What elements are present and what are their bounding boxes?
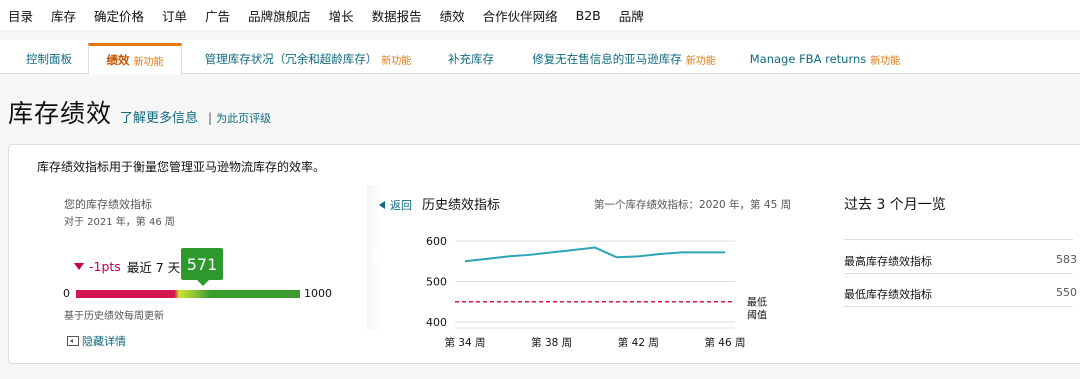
x-tick-label: 第 38 周 bbox=[531, 336, 572, 349]
trend-change: -1pts bbox=[89, 259, 121, 274]
tab-label: 管理库存状况（冗余和超龄库存） bbox=[204, 52, 378, 66]
top-navigation: 目录 库存 确定价格 订单 广告 品牌旗舰店 增长 数据报告 绩效 合作伙伴网络… bbox=[0, 0, 1080, 30]
new-feature-badge: 新功能 bbox=[685, 55, 716, 67]
trend-period: 最近 7 天 bbox=[126, 260, 181, 275]
nav-catalog[interactable]: 目录 bbox=[8, 6, 33, 25]
summary-divider bbox=[844, 273, 1073, 274]
nav-growth[interactable]: 增长 bbox=[329, 6, 354, 25]
x-tick-label: 第 46 周 bbox=[704, 336, 745, 349]
page-title: 库存绩效 bbox=[8, 99, 113, 128]
nav-advertising[interactable]: 广告 bbox=[205, 6, 230, 25]
nav-b2b[interactable]: B2B bbox=[576, 8, 601, 23]
new-feature-badge: 新功能 bbox=[870, 55, 901, 67]
nav-stores[interactable]: 品牌旗舰店 bbox=[248, 6, 311, 25]
heading-separator: | bbox=[208, 111, 213, 125]
tab-fix-stranded[interactable]: 修复无在售信息的亚马逊库存 新功能 bbox=[522, 44, 726, 74]
tab-label: 补充库存 bbox=[448, 52, 494, 66]
new-feature-badge: 新功能 bbox=[133, 56, 164, 68]
threshold-label-line1: 最低 bbox=[747, 296, 767, 309]
ipi-panel: 库存绩效指标用于衡量您管理亚马逊物流库存的效率。 您的库存绩效指标 对于 202… bbox=[8, 144, 1080, 364]
tab-inventory-health[interactable]: 管理库存状况（冗余和超龄库存） 新功能 bbox=[194, 44, 422, 74]
ipi-trend: -1pts 最近 7 天 bbox=[74, 257, 180, 276]
trend-down-icon bbox=[74, 263, 84, 270]
tab-fba-returns[interactable]: Manage FBA returns 新功能 bbox=[748, 44, 902, 74]
hide-details-link[interactable]: 隐藏详情 bbox=[67, 333, 126, 349]
x-tick-label: 第 34 周 bbox=[444, 336, 485, 349]
history-chart-title: 历史绩效指标 bbox=[422, 198, 501, 213]
ipi-history-chart: 400 500 600 最低阈值第 34 周 第 38 周 第 42 周 第 46 周 bbox=[426, 235, 767, 349]
ipi-history-line bbox=[464, 246, 725, 263]
y-tick-label: 500 bbox=[426, 276, 447, 289]
nav-orders[interactable]: 订单 bbox=[162, 6, 187, 25]
update-note: 基于历史绩效每周更新 bbox=[64, 311, 164, 322]
nav-pricing[interactable]: 确定价格 bbox=[94, 6, 144, 25]
scale-max: 1000 bbox=[304, 287, 332, 300]
summary-max-label: 最高库存绩效指标 bbox=[844, 255, 932, 268]
summary-max-value: 583 bbox=[1056, 253, 1077, 266]
rate-page-link[interactable]: 为此页评级 bbox=[216, 110, 271, 126]
tab-performance[interactable]: 绩效 新功能 bbox=[88, 43, 182, 75]
threshold-label-line2: 阈值 bbox=[747, 309, 767, 322]
summary-min-label: 最低库存绩效指标 bbox=[844, 288, 932, 301]
tab-label: 控制面板 bbox=[26, 52, 72, 66]
scale-min: 0 bbox=[63, 287, 70, 300]
tab-label: Manage FBA returns bbox=[749, 52, 867, 66]
nav-inventory[interactable]: 库存 bbox=[51, 6, 76, 25]
nav-reports[interactable]: 数据报告 bbox=[372, 6, 422, 25]
card-pointer bbox=[373, 248, 381, 264]
panel-description: 库存绩效指标用于衡量您管理亚马逊物流库存的效率。 bbox=[37, 160, 326, 174]
ipi-scale-bar bbox=[76, 290, 300, 298]
page-heading: 库存绩效 了解更多信息 | 为此页评级 bbox=[8, 94, 271, 130]
tab-label: 绩效 bbox=[106, 53, 130, 67]
y-tick-label: 600 bbox=[426, 235, 447, 248]
nav-brands[interactable]: 品牌 bbox=[619, 6, 644, 25]
tab-label: 修复无在售信息的亚马逊库存 bbox=[532, 52, 682, 66]
ipi-score-badge: 571 bbox=[181, 248, 223, 286]
back-label: 返回 bbox=[390, 199, 412, 212]
tab-dashboard[interactable]: 控制面板 bbox=[14, 44, 84, 74]
tab-restock[interactable]: 补充库存 bbox=[438, 44, 504, 74]
learn-more-link[interactable]: 了解更多信息 bbox=[120, 107, 198, 126]
summary-divider bbox=[844, 239, 1073, 240]
y-tick-label: 400 bbox=[426, 316, 447, 329]
back-link[interactable]: 返回 bbox=[379, 197, 412, 213]
ipi-label: 您的库存绩效指标 bbox=[64, 198, 152, 211]
x-tick-label: 第 42 周 bbox=[618, 336, 659, 349]
summary-divider bbox=[844, 306, 1073, 307]
nav-partner-network[interactable]: 合作伙伴网络 bbox=[483, 6, 558, 25]
sub-tab-bar: 控制面板 绩效 新功能 管理库存状况（冗余和超龄库存） 新功能 补充库存 修复无… bbox=[0, 40, 1080, 75]
summary-title: 过去 3 个月一览 bbox=[844, 197, 946, 213]
ipi-date: 对于 2021 年，第 46 周 bbox=[64, 217, 175, 228]
summary-min-value: 550 bbox=[1056, 286, 1077, 299]
collapse-panel-icon bbox=[67, 336, 79, 346]
nav-performance[interactable]: 绩效 bbox=[440, 6, 465, 25]
hide-details-label: 隐藏详情 bbox=[82, 335, 126, 348]
back-arrow-icon bbox=[379, 201, 385, 209]
first-ipi-note: 第一个库存绩效指标：2020 年，第 45 周 bbox=[594, 199, 792, 211]
new-feature-badge: 新功能 bbox=[381, 55, 412, 67]
